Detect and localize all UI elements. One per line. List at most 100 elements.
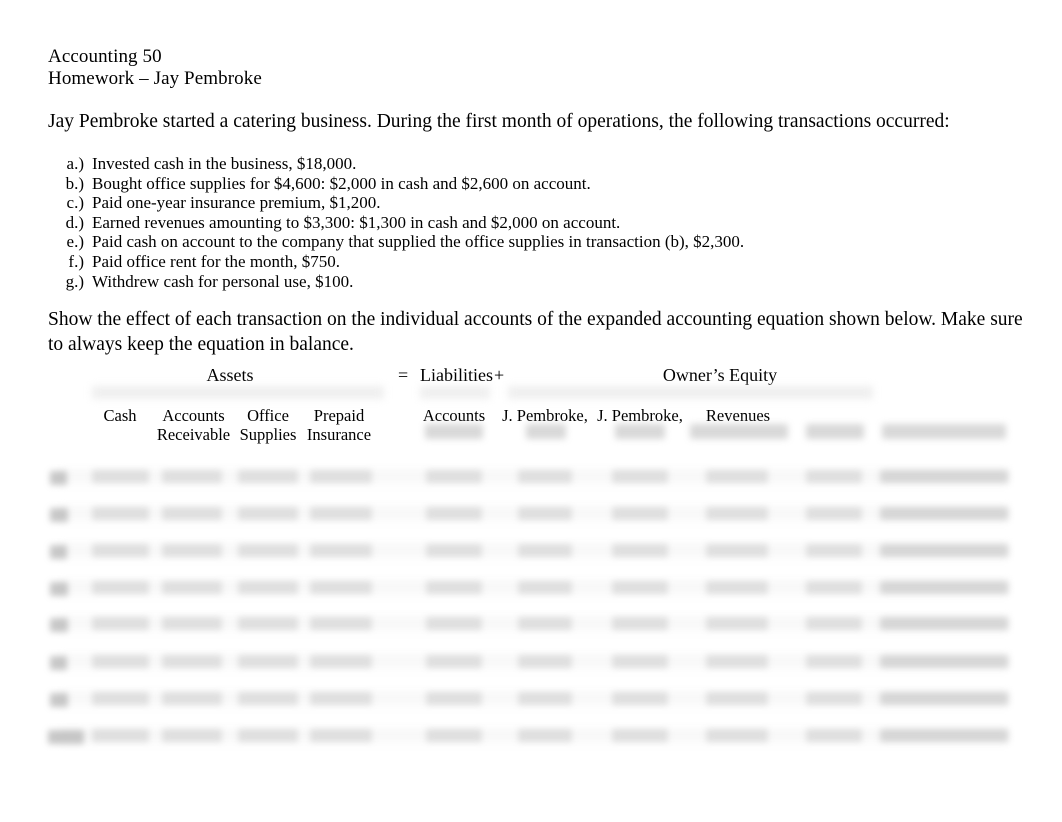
cell-drawing [612,507,668,520]
assets-rule [92,386,384,399]
cell-office-supplies [238,655,298,668]
cell-accounts-payable [426,581,482,594]
row-label-totals [48,730,84,744]
equals-sign: = [398,365,409,385]
cell-expenses [806,655,862,668]
cell-accounts-receivable [162,655,222,668]
cell-expenses [806,581,862,594]
transaction-key: e.) [66,232,84,252]
cell-revenues [706,655,768,668]
transaction-text: Paid cash on account to the company that… [92,232,745,252]
cell-accounts-payable [426,692,482,705]
cell-expenses [806,692,862,705]
transaction-key: c.) [66,193,84,213]
instruction-paragraph: Show the effect of each transaction on t… [48,309,1023,355]
cell-drawing [612,470,668,483]
cell-office-supplies [238,544,298,557]
redacted-column-subheader [615,424,665,439]
intro-paragraph: Jay Pembroke started a catering business… [48,111,950,132]
cell-prepaid-insurance [310,544,372,557]
cell-revenues [706,581,768,594]
document-page: Accounting 50 Homework – Jay Pembroke Ja… [0,0,1062,822]
column-header-line1: Accounts [422,406,486,425]
column-header-line1: Prepaid [313,406,365,425]
cell-capital [518,544,572,557]
cell-drawing-total [612,729,668,742]
transaction-key: b.) [65,173,84,193]
list-item: d.) Earned revenues amounting to $3,300:… [54,213,744,233]
cell-capital [518,581,572,594]
column-header-pembroke-drawing: J. Pembroke, [589,406,691,425]
transaction-list: a.) Invested cash in the business, $18,0… [54,154,745,291]
cell-cash [92,617,149,630]
cell-prepaid-insurance [310,692,372,705]
cell-drawing [612,617,668,630]
owners-equity-rule [508,386,873,399]
owners-equity-header: Owner’s Equity [662,365,778,385]
row-label [50,693,68,707]
course-title: Accounting 50 [48,46,162,67]
redacted-column-subheader [882,424,1006,439]
transaction-key: d.) [65,212,84,232]
transaction-text: Withdrew cash for personal use, $100. [92,271,354,291]
redacted-column-subheader [690,424,788,439]
cell-capital [518,470,572,483]
cell-capital [518,507,572,520]
transaction-key: a.) [66,154,84,173]
document-heading: Accounting 50 Homework – Jay Pembroke [48,46,262,89]
row-label [50,618,68,632]
cell-drawing [612,544,668,557]
cell-revenues [706,692,768,705]
assets-header: Assets [206,365,254,385]
assignment-title: Homework – Jay Pembroke [48,67,262,89]
cell-cash [92,655,149,668]
cell-expense-detail-total [880,729,1008,742]
cell-accounts-receivable-total [162,729,222,742]
transaction-text: Invested cash in the business, $18,000. [92,154,357,173]
cell-expense-detail [880,692,1008,705]
table-row [0,647,1062,677]
redacted-column-subheader [806,424,864,439]
liabilities-header: Liabilities [420,365,493,385]
table-row [0,573,1062,603]
list-item: a.) Invested cash in the business, $18,0… [54,154,744,174]
cell-prepaid-insurance [310,617,372,630]
table-row-totals [0,721,1062,751]
cell-revenues [706,470,768,483]
cell-cash [92,581,149,594]
cell-revenues [706,617,768,630]
plus-sign: + [494,365,505,385]
cell-accounts-payable [426,470,482,483]
table-row [0,499,1062,529]
column-header-prepaid-insurance: Prepaid Insurance [296,406,382,444]
liabilities-rule [420,386,490,399]
cell-accounts-receivable [162,692,222,705]
row-label [50,508,68,522]
cell-cash [92,470,149,483]
cell-accounts-receivable [162,507,222,520]
table-row [0,462,1062,492]
column-header-revenues: Revenues [698,406,778,425]
accounting-equation-worksheet: Assets = Liabilities + Owner’s Equity Ca… [0,360,1062,760]
cell-accounts-receivable [162,617,222,630]
cell-office-supplies-total [238,729,298,742]
cell-expense-detail [880,581,1008,594]
cell-accounts-payable [426,655,482,668]
cell-capital [518,617,572,630]
cell-expense-detail [880,507,1008,520]
cell-accounts-payable [426,544,482,557]
cell-prepaid-insurance [310,470,372,483]
column-header-line1: J. Pembroke, [502,406,588,425]
table-row [0,609,1062,639]
cell-expense-detail [880,617,1008,630]
cell-accounts-payable [426,507,482,520]
column-header-pembroke-capital: J. Pembroke, [494,406,596,425]
cell-prepaid-insurance [310,507,372,520]
cell-drawing [612,692,668,705]
row-label [50,545,67,559]
list-item: e.) Paid cash on account to the company … [54,232,745,252]
cell-expenses [806,544,862,557]
cell-drawing [612,655,668,668]
cell-capital [518,692,572,705]
row-label [50,656,67,670]
